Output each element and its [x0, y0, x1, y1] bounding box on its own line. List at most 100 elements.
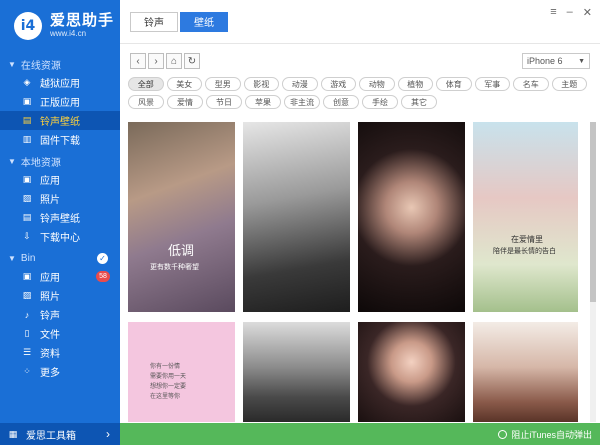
- category-plants[interactable]: 植物: [397, 77, 433, 91]
- group-online-title: 在线资源: [20, 60, 61, 72]
- tab-wallpapers[interactable]: 壁纸: [180, 11, 228, 32]
- sidebar-item-local-apps[interactable]: ▣ 应用: [0, 170, 120, 189]
- close-icon[interactable]: ✕: [583, 6, 592, 19]
- chevron-right-icon: ›: [154, 55, 158, 67]
- wallpaper-caption: 陪伴是最长情的告白: [493, 248, 556, 255]
- top-bar: 铃声 壁纸: [120, 0, 600, 44]
- group-local-title: 本地资源: [20, 157, 61, 169]
- sidebar-item-device-ringtones[interactable]: ♪ 铃声: [0, 305, 120, 324]
- wallpaper-caption: 想想你一定要: [150, 383, 187, 390]
- home-button[interactable]: ⌂: [166, 53, 182, 69]
- download-icon: ⇩: [23, 231, 31, 241]
- category-apple[interactable]: 苹果: [245, 95, 281, 109]
- refresh-button[interactable]: ↻: [184, 53, 200, 69]
- caret-down-icon: ▼: [8, 59, 16, 69]
- chevron-right-icon: ›: [106, 427, 110, 441]
- category-anime[interactable]: 动漫: [282, 77, 318, 91]
- app-icon: ▣: [22, 96, 32, 106]
- group-device-title: Bin: [20, 252, 36, 264]
- wallpaper-caption: 更有数千种奢望: [150, 264, 199, 271]
- app-logo: i4 爱思助手 www.i4.cn: [0, 0, 120, 52]
- menu-icon[interactable]: ≡: [550, 6, 556, 19]
- sidebar-item-device-apps[interactable]: ▣ 应用 58: [0, 267, 120, 286]
- sidebar-item-download-center[interactable]: ⇩ 下载中心: [0, 227, 120, 246]
- wallpaper-thumb[interactable]: [358, 122, 465, 312]
- category-all[interactable]: 全部: [128, 77, 164, 91]
- app-icon: ▣: [22, 174, 32, 184]
- file-icon: ▯: [24, 328, 30, 338]
- wallpaper-thumb[interactable]: [243, 322, 350, 422]
- block-itunes-toggle[interactable]: 阻止iTunes自动弹出: [498, 428, 592, 441]
- minimize-icon[interactable]: –: [567, 6, 573, 19]
- wallpaper-caption: 你有一份情: [150, 363, 181, 370]
- firmware-icon: ▥: [22, 134, 32, 144]
- contacts-icon: ☰: [22, 347, 32, 357]
- chevron-left-icon: ‹: [136, 55, 140, 67]
- sidebar-item-device-contacts[interactable]: ☰ 资料: [0, 343, 120, 362]
- group-online[interactable]: ▼ 在线资源: [0, 55, 120, 73]
- device-select-value: iPhone 6: [527, 56, 563, 66]
- grid-scrollbar[interactable]: [590, 122, 596, 422]
- category-animals[interactable]: 动物: [359, 77, 395, 91]
- wallpaper-thumb[interactable]: [243, 122, 350, 312]
- wallpaper-thumb[interactable]: 低调 更有数千种奢望: [128, 122, 235, 312]
- window-controls: ≡ – ✕: [550, 6, 592, 19]
- wallpaper-thumb[interactable]: [473, 322, 578, 422]
- wallpaper-grid: 低调 更有数千种奢望 在爱情里 陪伴是最长情的告白 你有一份情 需要你用一天 想…: [128, 122, 578, 424]
- home-icon: ⌂: [170, 55, 178, 67]
- forward-button[interactable]: ›: [148, 53, 164, 69]
- caret-down-icon: ▼: [8, 156, 16, 166]
- category-handdrawn[interactable]: 手绘: [362, 95, 398, 109]
- ringtone-wallpaper-icon: ▤: [22, 212, 32, 222]
- category-games[interactable]: 游戏: [320, 77, 356, 91]
- app-name: 爱思助手: [50, 12, 115, 30]
- category-handsome[interactable]: 型男: [205, 77, 241, 91]
- category-filters: 全部 美女 型男 影视 动漫 游戏 动物 植物 体育 军事 名车 主题 风景 爱…: [128, 77, 590, 113]
- bell-icon: ♪: [24, 309, 30, 320]
- sidebar-item-jailbreak-apps[interactable]: ◈ 越狱应用: [0, 73, 120, 92]
- group-local[interactable]: ▼ 本地资源: [0, 152, 120, 170]
- photo-icon: ▨: [22, 193, 32, 203]
- wallpaper-thumb[interactable]: 你有一份情 需要你用一天 想想你一定要 在这里等你: [128, 322, 235, 422]
- toolbox-button[interactable]: ▦ 爱思工具箱 ›: [0, 423, 120, 445]
- sidebar-item-device-photos[interactable]: ▨ 照片: [0, 286, 120, 305]
- group-device[interactable]: ▼ Bin ✓: [0, 249, 120, 267]
- toggle-icon: [498, 429, 508, 439]
- sidebar-item-local-ringtone-wallpaper[interactable]: ▤ 铃声壁纸: [0, 208, 120, 227]
- caret-down-icon: ▼: [8, 253, 16, 263]
- category-creative[interactable]: 创意: [323, 95, 359, 109]
- status-bar: 阻止iTunes自动弹出: [120, 423, 600, 445]
- category-military[interactable]: 军事: [474, 77, 510, 91]
- wallpaper-thumb[interactable]: 在爱情里 陪伴是最长情的告白: [473, 122, 578, 312]
- category-scenery[interactable]: 风景: [128, 95, 164, 109]
- category-nonmainstream[interactable]: 非主流: [284, 95, 320, 109]
- sidebar-item-local-photos[interactable]: ▨ 照片: [0, 189, 120, 208]
- category-other[interactable]: 其它: [401, 95, 437, 109]
- category-beauty[interactable]: 美女: [166, 77, 202, 91]
- more-icon: ⁘: [23, 366, 31, 376]
- wallpaper-caption: 在爱情里: [511, 235, 543, 244]
- chevron-down-icon: ▼: [578, 57, 585, 65]
- category-festival[interactable]: 节日: [206, 95, 242, 109]
- category-cars[interactable]: 名车: [513, 77, 549, 91]
- toolbox-icon: ▦: [8, 428, 18, 439]
- device-select[interactable]: iPhone 6 ▼: [522, 53, 590, 69]
- ringtone-wallpaper-icon: ▤: [22, 115, 32, 125]
- sidebar-item-device-more[interactable]: ⁘ 更多: [0, 362, 120, 381]
- wallpaper-thumb[interactable]: [358, 322, 465, 422]
- sidebar-item-official-apps[interactable]: ▣ 正版应用: [0, 92, 120, 111]
- back-button[interactable]: ‹: [130, 53, 146, 69]
- category-sports[interactable]: 体育: [436, 77, 472, 91]
- nav-toolbar: ‹ › ⌂ ↻ iPhone 6 ▼: [130, 51, 590, 71]
- tab-ringtones[interactable]: 铃声: [130, 11, 178, 32]
- category-love[interactable]: 爱情: [167, 95, 203, 109]
- store-icon: ◈: [23, 77, 31, 87]
- wallpaper-caption: 低调: [168, 243, 195, 258]
- category-film[interactable]: 影视: [243, 77, 279, 91]
- sidebar-item-ringtone-wallpaper[interactable]: ▤ 铃声壁纸: [0, 111, 120, 130]
- category-themes[interactable]: 主题: [551, 77, 587, 91]
- app-url: www.i4.cn: [50, 28, 87, 38]
- sidebar-item-firmware[interactable]: ▥ 固件下载: [0, 130, 120, 149]
- scrollbar-thumb[interactable]: [590, 122, 596, 302]
- sidebar-item-device-files[interactable]: ▯ 文件: [0, 324, 120, 343]
